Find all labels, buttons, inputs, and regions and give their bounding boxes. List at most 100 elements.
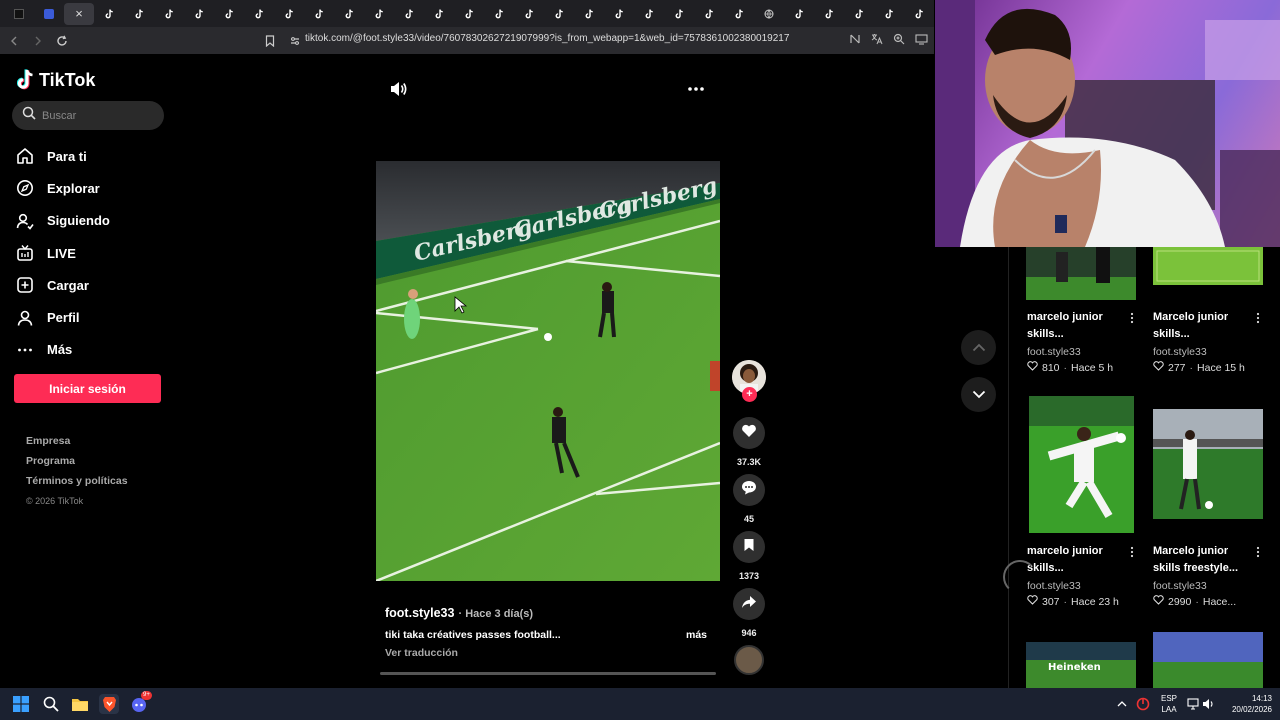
browser-tab[interactable] [424,3,454,25]
related-thumb-6[interactable] [1153,632,1263,688]
browser-tab[interactable] [214,3,244,25]
tray-app-icon[interactable] [1133,694,1153,714]
address-url[interactable]: tiktok.com/@foot.style33/video/760783026… [305,33,789,44]
video-player[interactable]: Carlsberg Carlsberg Carlsberg [376,161,720,581]
browser-tab[interactable] [364,3,394,25]
sidebar-item-explorar[interactable]: Explorar [16,172,176,204]
previous-video-button[interactable] [961,330,996,365]
bookmark-icon[interactable] [260,31,280,51]
browser-tab[interactable] [394,3,424,25]
browser-tab[interactable] [4,3,34,25]
footer-link-terms[interactable]: Términos y políticas [26,474,128,494]
browser-tab[interactable] [844,3,874,25]
video-more-icon[interactable] [686,82,706,96]
see-translation-link[interactable]: Ver traducción [385,647,715,659]
related-more-icon[interactable] [1129,312,1135,324]
browser-tab[interactable] [334,3,364,25]
site-info-icon[interactable] [285,31,305,51]
next-video-button[interactable] [961,377,996,412]
sidebar-item-cargar[interactable]: Cargar [16,269,176,301]
windows-start-icon[interactable] [11,694,31,714]
browser-tab[interactable] [754,3,784,25]
browser-tab[interactable] [724,3,754,25]
search-box[interactable] [12,101,164,130]
sidebar-item-live[interactable]: LIVE [16,237,176,269]
related-author[interactable]: foot.style33 [1153,580,1207,592]
video-progress-bar[interactable] [380,672,716,675]
footer-link-program[interactable]: Programa [26,454,128,474]
clock[interactable]: 14:13 20/02/2026 [1222,693,1272,715]
discord-icon[interactable]: 9+ [129,691,152,714]
browser-tab[interactable] [184,3,214,25]
browser-tab[interactable] [784,3,814,25]
tab-close-icon[interactable]: × [74,7,84,20]
show-more-link[interactable]: más [686,629,707,641]
file-explorer-icon[interactable] [70,694,90,714]
sidebar-item-siguiendo[interactable]: Siguiendo [16,205,176,237]
like-button[interactable] [733,417,765,449]
related-thumb-2[interactable] [1153,247,1263,285]
comment-button[interactable] [733,474,765,506]
related-thumb-1[interactable] [1026,247,1136,300]
zoom-icon[interactable] [892,32,906,46]
browser-tab[interactable] [274,3,304,25]
browser-tab[interactable] [694,3,724,25]
related-thumb-5[interactable]: Heineken [1026,642,1136,688]
brave-browser-icon[interactable] [99,694,119,714]
screen-cast-icon[interactable] [914,32,928,46]
browser-tab[interactable] [544,3,574,25]
share-button[interactable] [733,588,765,620]
related-thumb-3[interactable] [1029,396,1134,533]
browser-tab[interactable] [574,3,604,25]
browser-tab[interactable] [664,3,694,25]
related-more-icon[interactable] [1255,546,1261,558]
browser-tab[interactable] [454,3,484,25]
browser-tab[interactable] [514,3,544,25]
browser-tab[interactable] [484,3,514,25]
music-disc-icon[interactable] [734,645,764,675]
related-title[interactable]: marcelo junior skills... [1027,543,1127,577]
browser-tab[interactable] [904,3,934,25]
translate-icon[interactable] [870,32,884,46]
back-icon[interactable] [4,31,24,51]
browser-tab[interactable] [634,3,664,25]
follow-button[interactable]: + [742,387,757,402]
related-title[interactable]: Marcelo junior skills freestyle... [1153,543,1253,577]
browser-tab[interactable] [124,3,154,25]
browser-tab[interactable] [874,3,904,25]
related-title[interactable]: marcelo junior skills... [1027,309,1127,343]
save-button[interactable] [733,531,765,563]
related-more-icon[interactable] [1255,312,1261,324]
author-avatar[interactable]: + [732,360,766,402]
related-author[interactable]: foot.style33 [1153,346,1207,358]
reload-icon[interactable] [52,31,72,51]
sidebar-item-más[interactable]: Más [16,334,176,366]
related-author[interactable]: foot.style33 [1027,346,1081,358]
browser-tab[interactable] [244,3,274,25]
browser-tab[interactable] [94,3,124,25]
forward-icon[interactable] [28,31,48,51]
related-thumb-4[interactable] [1153,409,1263,519]
browser-tab[interactable] [304,3,334,25]
footer-link-company[interactable]: Empresa [26,434,128,454]
browser-tab[interactable] [154,3,184,25]
tray-chevron-up-icon[interactable] [1112,694,1132,714]
tiktok-logo[interactable]: TikTok [16,69,95,91]
login-button[interactable]: Iniciar sesión [14,374,161,403]
search-input[interactable] [42,109,152,122]
browser-tab[interactable] [814,3,844,25]
related-title[interactable]: Marcelo junior skills... [1153,309,1253,343]
windows-taskbar: 9+ ESP LAA 14:13 20/02/2026 [0,688,1280,720]
speaker-icon[interactable] [1199,694,1219,714]
browser-tab[interactable] [604,3,634,25]
input-language[interactable]: ESP LAA [1158,693,1180,715]
volume-icon[interactable] [390,81,408,97]
reader-mode-icon[interactable] [848,32,862,46]
related-more-icon[interactable] [1129,546,1135,558]
sidebar-item-para-ti[interactable]: Para ti [16,140,176,172]
author-name[interactable]: foot.style33 [385,606,454,620]
taskbar-search-icon[interactable] [41,694,61,714]
browser-tab[interactable] [34,3,64,25]
browser-tab-active[interactable]: × [64,2,94,25]
sidebar-item-perfil[interactable]: Perfil [16,301,176,333]
